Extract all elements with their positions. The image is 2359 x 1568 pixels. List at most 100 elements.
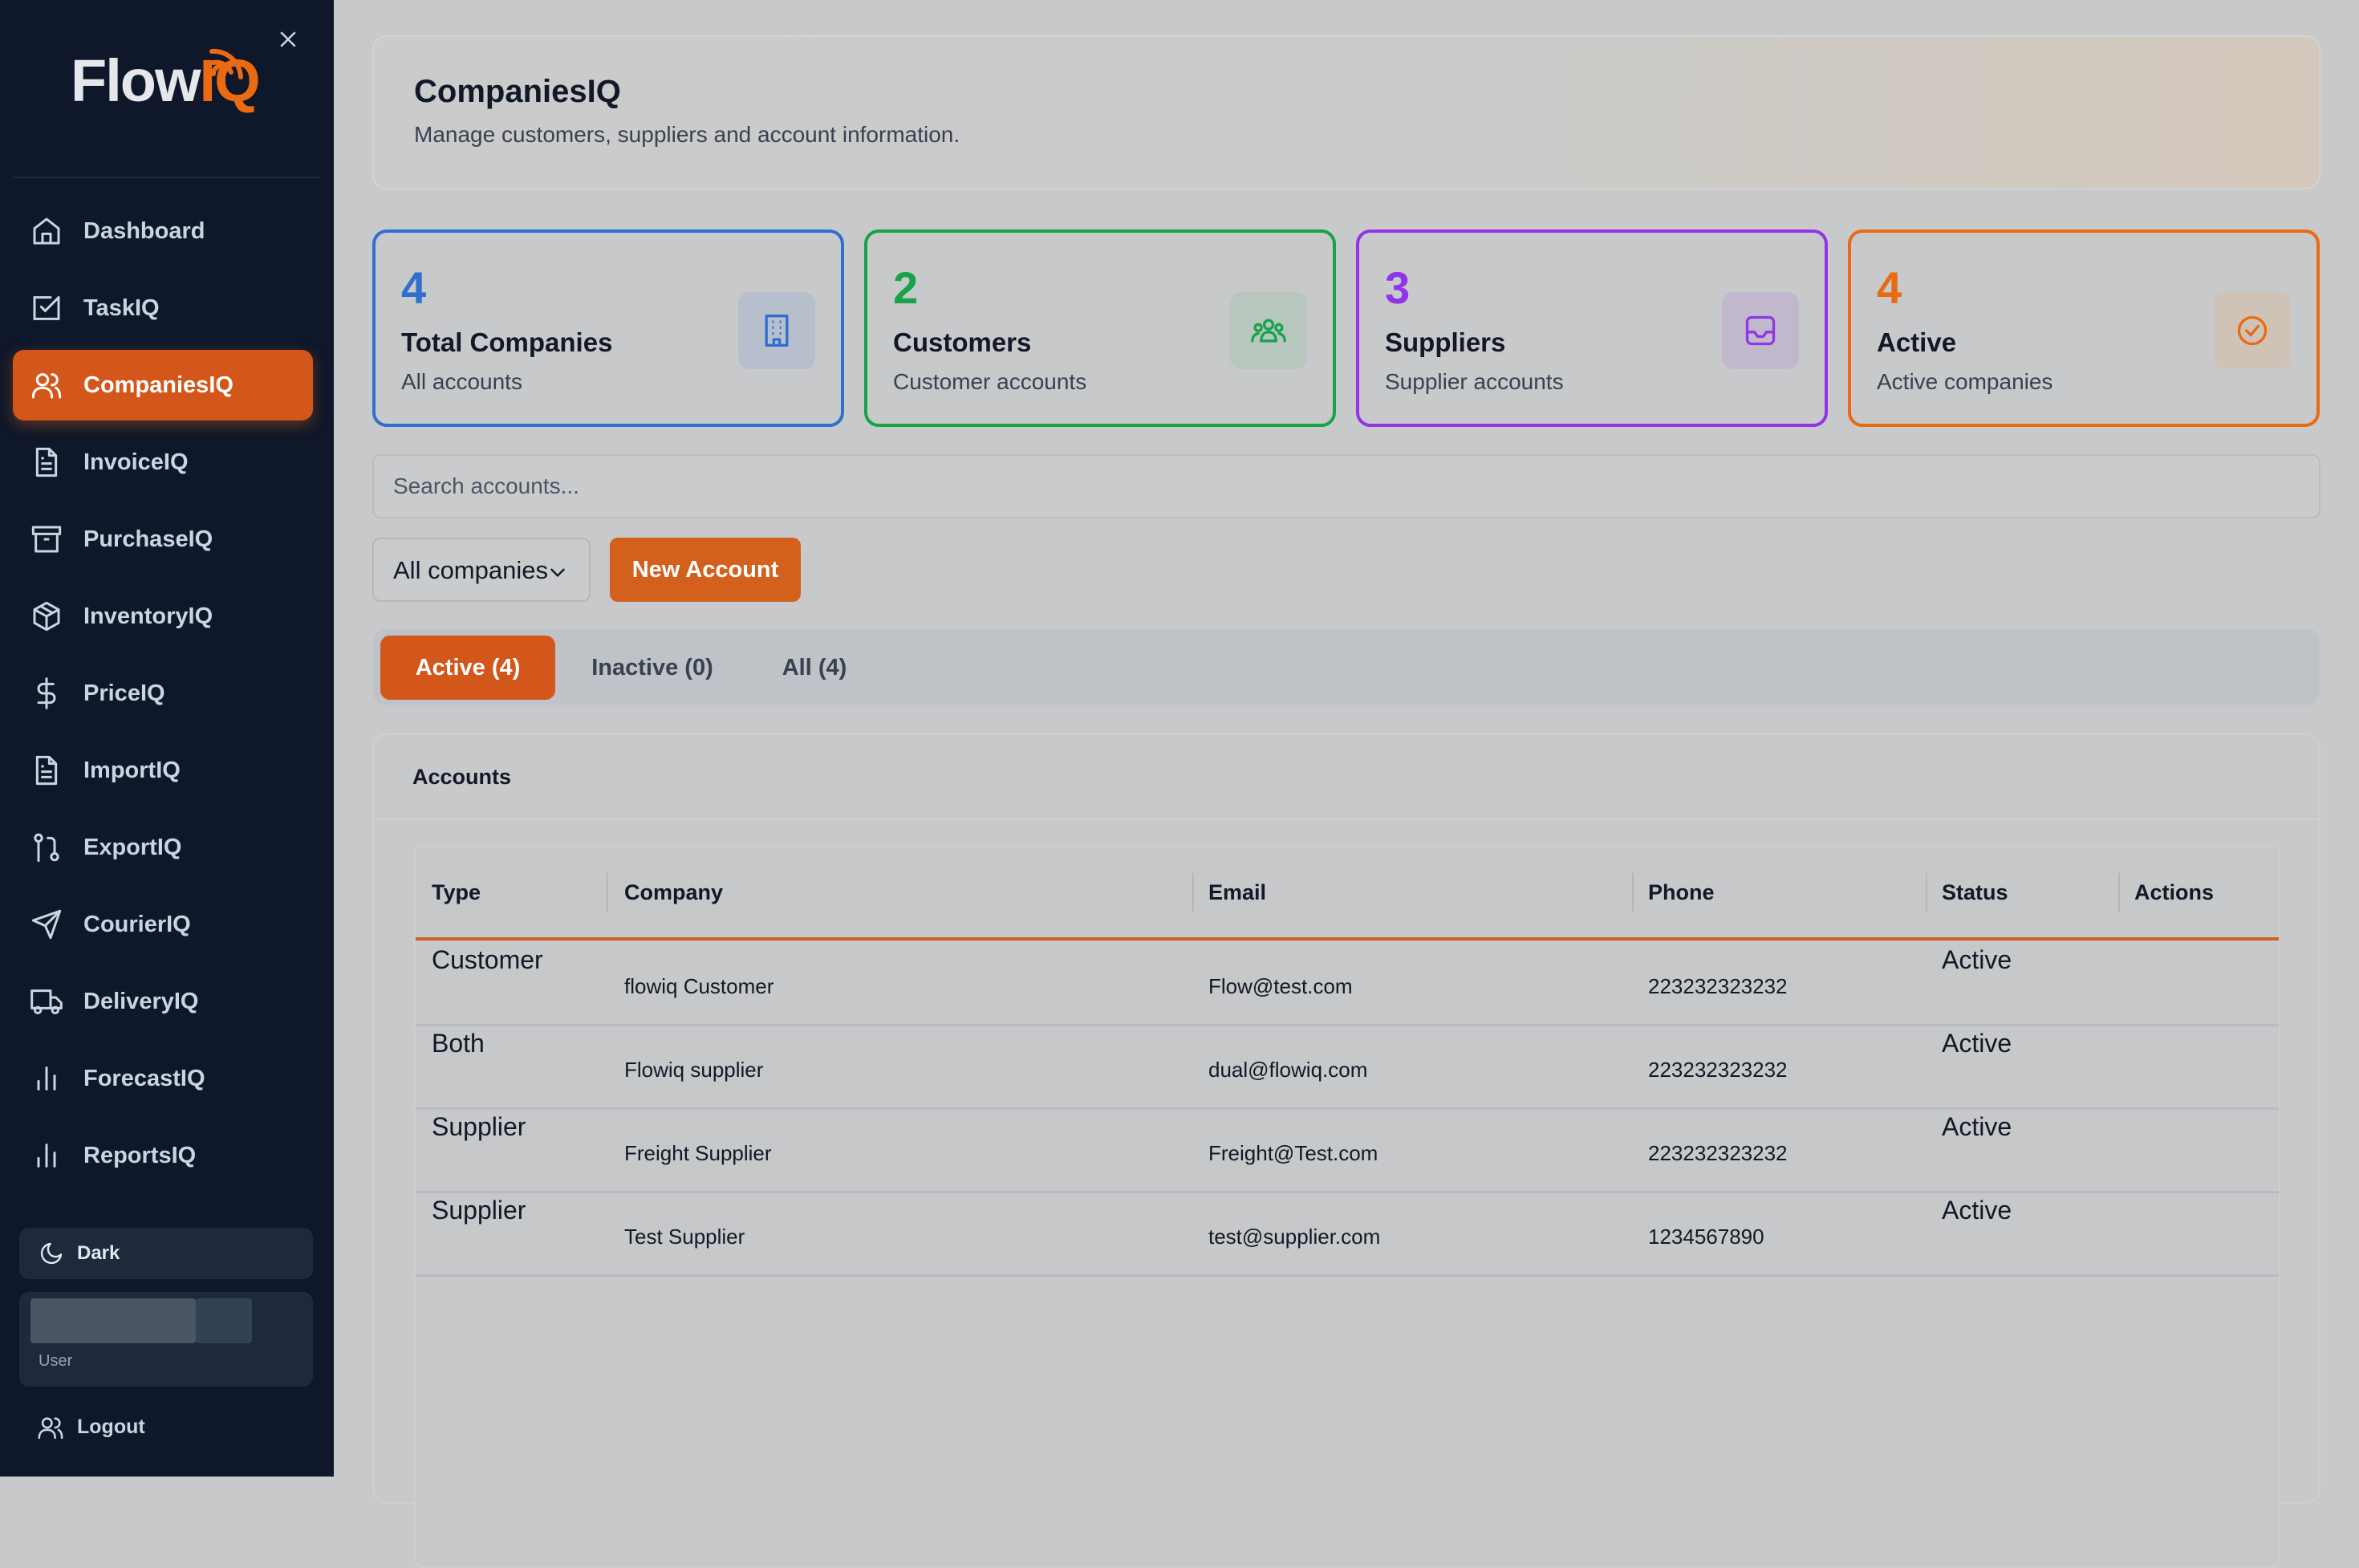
column-header-status[interactable]: Status: [1942, 847, 2008, 937]
building-icon: [765, 315, 789, 347]
cell-phone: 223232323232: [1648, 1058, 1788, 1082]
accounts-table: Type Company Email Phone Status Actions …: [414, 846, 2280, 1568]
stat-description: Active companies: [1877, 369, 2053, 394]
page-title: CompaniesIQ: [414, 74, 621, 109]
cell-company: Freight Supplier: [624, 1141, 772, 1165]
column-separator: [1926, 873, 1927, 912]
tab-inactive[interactable]: Inactive (0): [565, 636, 740, 700]
sidebar-item-label: PurchaseIQ: [83, 526, 213, 552]
company-filter-select[interactable]: All companies: [372, 538, 591, 602]
sidebar-item-label: ImportIQ: [83, 758, 181, 783]
logout-label: Logout: [77, 1416, 145, 1438]
sidebar-item-label: InventoryIQ: [83, 603, 213, 629]
cell-status: Active: [1942, 945, 2012, 974]
stat-card-suppliers: 3 Suppliers Supplier accounts: [1356, 230, 1828, 427]
column-header-company[interactable]: Company: [624, 847, 723, 937]
tab-active[interactable]: Active (4): [380, 636, 555, 700]
cell-email: Flow@test.com: [1208, 974, 1353, 998]
sidebar-item-label: PriceIQ: [83, 680, 165, 706]
table-row[interactable]: Both Flowiq supplier dual@flowiq.com 223…: [416, 1024, 2279, 1110]
sidebar-item-label: TaskIQ: [83, 295, 160, 321]
cell-company: Test Supplier: [624, 1225, 745, 1249]
cell-type: Supplier: [432, 1112, 526, 1141]
user-name-redacted: [30, 1298, 196, 1343]
stat-icon-box: [1230, 292, 1307, 369]
column-header-type[interactable]: Type: [432, 847, 481, 937]
git-pull-icon: [34, 833, 59, 863]
cell-company: flowiq Customer: [624, 974, 774, 998]
sidebar-item-deliveryiq[interactable]: DeliveryIQ: [13, 966, 313, 1037]
sidebar-item-companiesiq[interactable]: CompaniesIQ: [13, 350, 313, 420]
column-header-email[interactable]: Email: [1208, 847, 1266, 937]
signal-wave-icon: [209, 48, 243, 79]
tab-all[interactable]: All (4): [748, 636, 881, 700]
checkbox-icon: [33, 296, 60, 320]
cell-type: Supplier: [432, 1196, 526, 1225]
sidebar-item-exportiq[interactable]: ExportIQ: [13, 812, 313, 883]
close-sidebar-button[interactable]: [276, 27, 300, 51]
sidebar-divider: [13, 177, 321, 178]
cell-type: Both: [432, 1029, 485, 1058]
user-email-redacted: [196, 1298, 252, 1343]
inbox-icon: [1745, 315, 1776, 346]
sidebar-item-reportsiq[interactable]: ReportsIQ: [13, 1120, 313, 1191]
accounts-card: Accounts Type Company Email Phone Status…: [372, 733, 2320, 1568]
column-separator: [1192, 873, 1194, 912]
sidebar-item-inventoryiq[interactable]: InventoryIQ: [13, 581, 313, 652]
bar-chart-icon: [37, 1144, 56, 1168]
stat-label: Customers: [893, 327, 1032, 357]
cell-phone: 223232323232: [1648, 974, 1788, 998]
status-tabs: Active (4) Inactive (0) All (4): [372, 628, 2320, 706]
users-group-icon: [1251, 319, 1286, 343]
sidebar-item-courieriq[interactable]: CourierIQ: [13, 889, 313, 960]
sidebar-item-purchaseiq[interactable]: PurchaseIQ: [13, 504, 313, 575]
sidebar-item-label: CompaniesIQ: [83, 372, 233, 398]
theme-toggle-button[interactable]: Dark: [19, 1228, 313, 1279]
stat-description: Customer accounts: [893, 369, 1087, 394]
sidebar-item-forecastiq[interactable]: ForecastIQ: [13, 1043, 313, 1114]
cell-email: dual@flowiq.com: [1208, 1058, 1368, 1082]
users-icon: [38, 1417, 63, 1440]
send-icon: [31, 909, 62, 940]
stat-value: 4: [1877, 262, 1902, 313]
stat-label: Suppliers: [1385, 327, 1506, 357]
cell-company: Flowiq supplier: [624, 1058, 764, 1082]
stat-icon-box: [1722, 292, 1799, 369]
file-icon: [35, 447, 58, 477]
column-separator: [1632, 873, 1634, 912]
moon-icon: [40, 1242, 63, 1265]
theme-label: Dark: [77, 1242, 120, 1264]
column-header-phone[interactable]: Phone: [1648, 847, 1715, 937]
stat-value: 3: [1385, 262, 1411, 313]
cell-status: Active: [1942, 1029, 2012, 1058]
accounts-title: Accounts: [412, 765, 512, 789]
file-text-icon: [35, 755, 58, 786]
user-card: User: [19, 1292, 313, 1387]
package-icon: [33, 601, 60, 632]
table-row[interactable]: Customer flowiq Customer Flow@test.com 2…: [416, 940, 2279, 1026]
sidebar-item-label: InvoiceIQ: [83, 449, 189, 475]
sidebar-item-importiq[interactable]: ImportIQ: [13, 735, 313, 806]
new-account-button[interactable]: New Account: [610, 538, 801, 602]
stat-icon-box: [738, 292, 815, 369]
divider: [374, 819, 2319, 820]
sidebar-item-priceiq[interactable]: PriceIQ: [13, 658, 313, 729]
check-circle-icon: [2237, 315, 2268, 346]
sidebar-item-taskiq[interactable]: TaskIQ: [13, 273, 313, 343]
table-row[interactable]: Supplier Test Supplier test@supplier.com…: [416, 1191, 2279, 1277]
sidebar-item-dashboard[interactable]: Dashboard: [13, 196, 313, 266]
sidebar-item-label: ForecastIQ: [83, 1066, 205, 1091]
archive-icon: [31, 526, 62, 553]
sidebar-item-label: CourierIQ: [83, 912, 191, 937]
sidebar-item-label: ExportIQ: [83, 835, 182, 860]
sidebar-item-invoiceiq[interactable]: InvoiceIQ: [13, 427, 313, 498]
stat-value: 4: [401, 262, 427, 313]
column-header-actions: Actions: [2134, 880, 2215, 904]
logout-button[interactable]: Logout: [19, 1399, 313, 1454]
search-input[interactable]: [374, 456, 2319, 517]
filter-selected-value: All companies: [393, 556, 548, 584]
table-row[interactable]: Supplier Freight Supplier Freight@Test.c…: [416, 1107, 2279, 1193]
cell-email: Freight@Test.com: [1208, 1141, 1378, 1165]
sidebar: FlowIQ Dashboard TaskIQ CompaniesIQ Invo…: [0, 0, 334, 1477]
sidebar-item-label: DeliveryIQ: [83, 989, 199, 1014]
